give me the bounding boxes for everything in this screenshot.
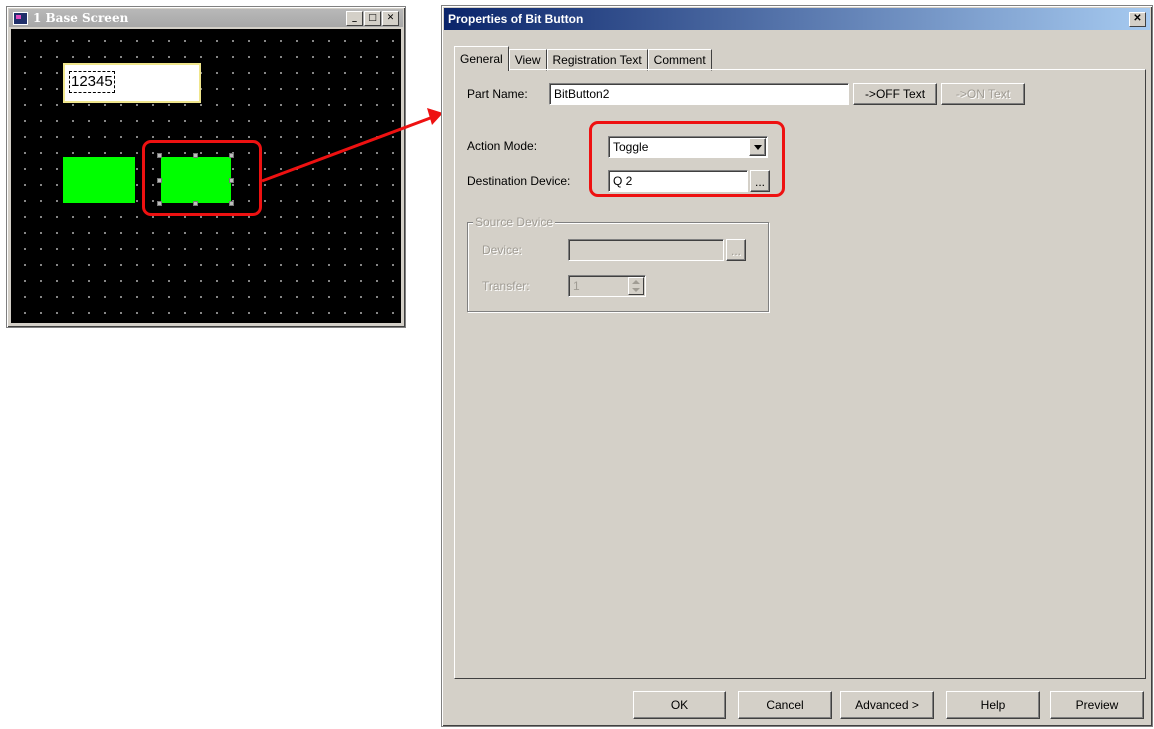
off-text-button[interactable]: ->OFF Text [853,83,937,105]
ok-button[interactable]: OK [633,691,726,719]
help-button[interactable]: Help [946,691,1040,719]
spin-up-icon [632,280,640,284]
transfer-value: 1 [573,279,580,293]
transfer-spinner [628,277,644,295]
tab-strip: General View Registration Text Comment [454,46,712,71]
source-browse-button: ... [726,239,746,261]
tab-comment[interactable]: Comment [647,49,712,71]
dialog-title: Properties of Bit Button [448,12,584,26]
source-device-group-label: Source Device [473,215,556,229]
part-name-label: Part Name: [467,87,528,101]
transfer-label: Transfer: [482,279,530,293]
general-tab-panel: Part Name: BitButton2 ->OFF Text ->ON Te… [454,69,1146,679]
on-text-button: ->ON Text [941,83,1025,105]
source-device-group: Source Device Device: ... Transfer: 1 [467,215,769,312]
properties-dialog: Properties of Bit Button ✕ General View … [441,5,1153,727]
device-label: Device: [482,243,523,257]
settings-highlight [589,121,785,197]
destination-device-label: Destination Device: [467,174,571,188]
dialog-titlebar[interactable]: Properties of Bit Button ✕ [444,8,1150,30]
part-name-input[interactable]: BitButton2 [549,83,849,105]
tab-general[interactable]: General [454,46,509,71]
preview-button[interactable]: Preview [1050,691,1144,719]
source-device-input [568,239,724,261]
cancel-button[interactable]: Cancel [738,691,832,719]
action-mode-label: Action Mode: [467,139,538,153]
arrow-line [261,115,434,183]
tab-view[interactable]: View [508,49,547,71]
tab-registration-text[interactable]: Registration Text [546,49,648,71]
spin-down-icon [632,288,640,292]
transfer-input: 1 [568,275,646,297]
dialog-close-button[interactable]: ✕ [1129,12,1146,27]
advanced-button[interactable]: Advanced > [840,691,934,719]
